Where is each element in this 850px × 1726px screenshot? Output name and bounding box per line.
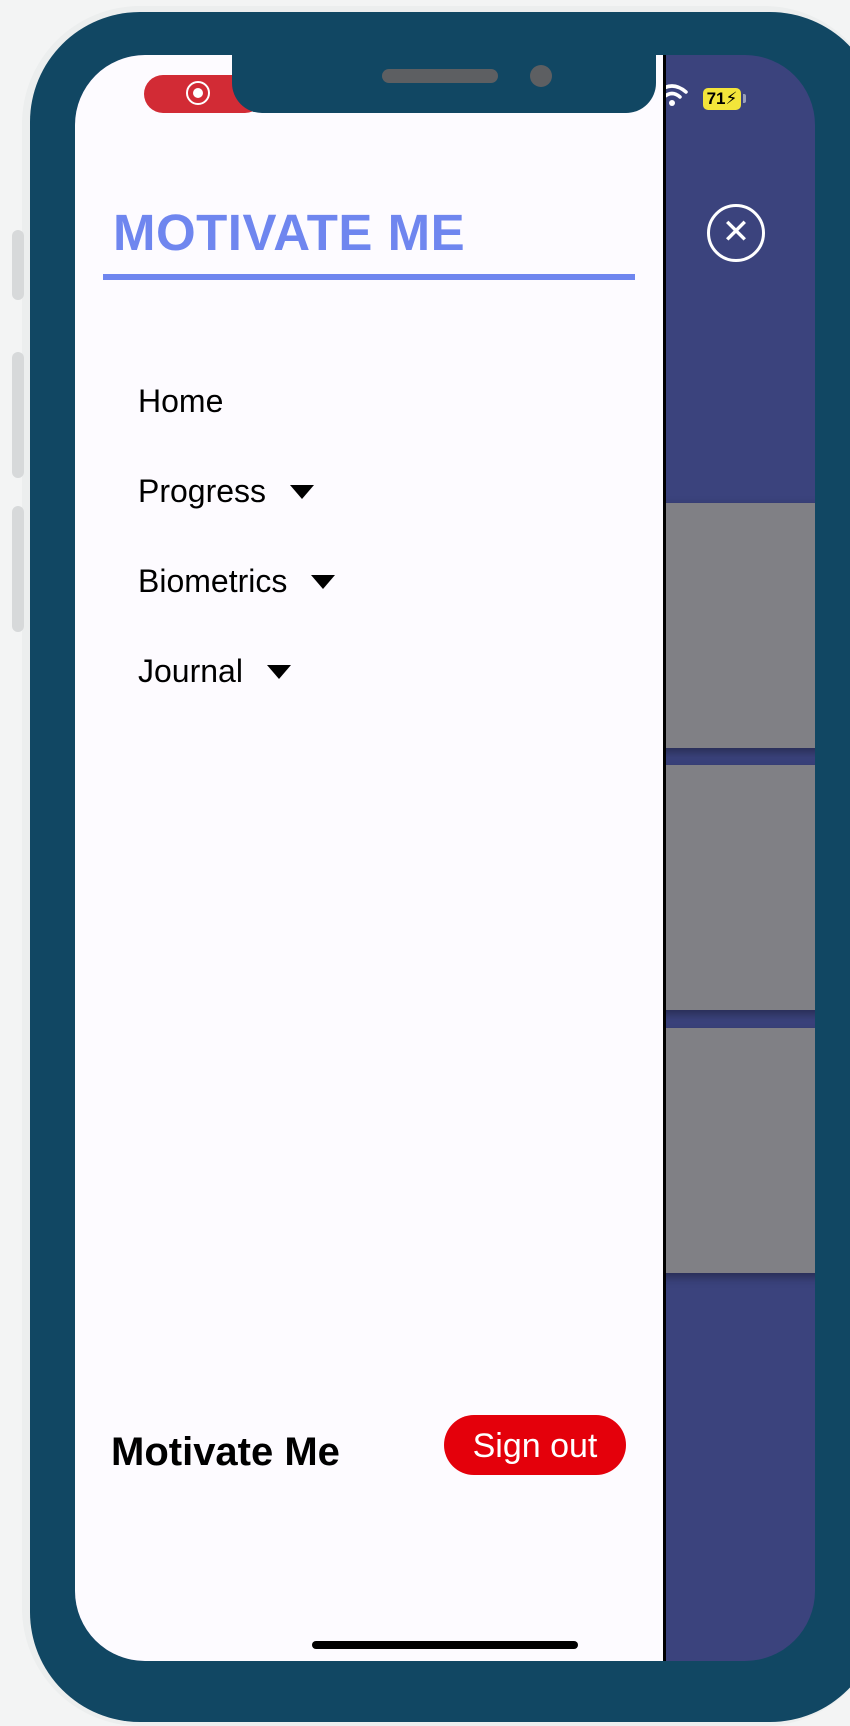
sign-out-button[interactable]: Sign out <box>444 1415 626 1475</box>
close-circle-icon: ✕ <box>721 212 751 252</box>
battery-level: 71 <box>706 89 726 108</box>
dropdown-caret-icon[interactable] <box>290 484 315 499</box>
nav-item-journal[interactable]: Journal <box>138 653 291 690</box>
nav-item-label: Biometrics <box>138 563 288 599</box>
footer-app-name: Motivate Me <box>111 1430 340 1474</box>
battery-tip <box>743 94 746 103</box>
home-indicator[interactable] <box>312 1641 578 1649</box>
nav-item-label: Progress <box>138 473 267 509</box>
drawer-title: MOTIVATE ME <box>113 204 466 261</box>
dropdown-caret-icon[interactable] <box>266 664 291 679</box>
speaker-grille <box>382 69 498 83</box>
nav-item-progress[interactable]: Progress <box>138 473 315 510</box>
device-side-button-3 <box>12 506 24 632</box>
phone-screen: ✕ 71⚡ MOTIVATE ME Home Progress Biometri… <box>75 55 815 1661</box>
nav-item-label: Home <box>138 383 224 419</box>
navigation-drawer: MOTIVATE ME Home Progress Biometrics Jou… <box>75 55 666 1661</box>
device-side-button-2 <box>12 352 24 478</box>
nav-item-biometrics[interactable]: Biometrics <box>138 563 336 600</box>
battery-indicator: 71⚡ <box>703 88 741 110</box>
title-underline <box>103 274 635 280</box>
screen-record-icon <box>186 81 210 105</box>
front-camera <box>530 65 552 87</box>
dropdown-caret-icon[interactable] <box>311 574 336 589</box>
nav-item-label: Journal <box>138 653 243 689</box>
nav-item-home[interactable]: Home <box>138 383 223 420</box>
close-drawer-button[interactable]: ✕ <box>707 204 765 262</box>
device-notch <box>232 55 656 113</box>
device-side-button-1 <box>12 230 24 300</box>
bolt-icon: ⚡ <box>725 89 738 108</box>
